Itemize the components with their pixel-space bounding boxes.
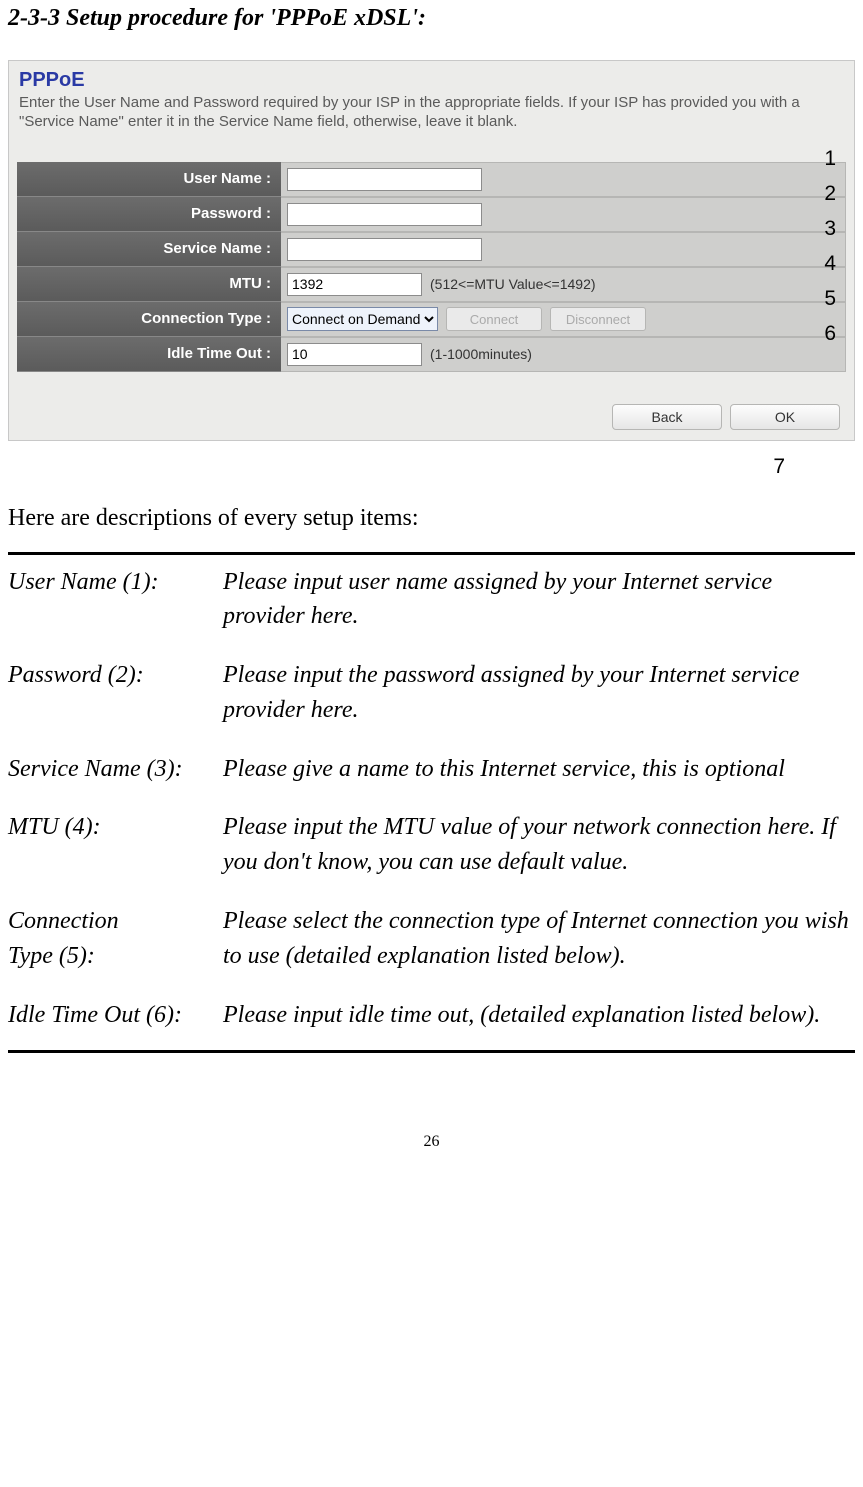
connect-button[interactable]: Connect: [446, 307, 542, 331]
ok-button[interactable]: OK: [730, 404, 840, 430]
annot-4: 4: [824, 252, 836, 276]
desc-text-3: Please give a name to this Internet serv…: [223, 752, 855, 787]
row-service-name: Service Name : 3: [17, 232, 846, 267]
desc-row-6: Idle Time Out (6): Please input idle tim…: [8, 998, 855, 1033]
desc-row-4: MTU (4): Please input the MTU value of y…: [8, 810, 855, 880]
desc-text-1: Please input user name assigned by your …: [223, 565, 855, 635]
connection-type-select[interactable]: Connect on Demand: [287, 307, 438, 331]
cell-service-name: [281, 232, 846, 267]
label-password: Password :: [17, 197, 281, 232]
desc-label-4: MTU (4):: [8, 810, 223, 880]
idle-timeout-input[interactable]: [287, 343, 422, 366]
row-username: User Name : 1: [17, 162, 846, 197]
desc-label-5: Connection Type (5):: [8, 904, 223, 974]
annot-7: 7: [8, 455, 855, 479]
desc-text-4: Please input the MTU value of your netwo…: [223, 810, 855, 880]
desc-label-2: Password (2):: [8, 658, 223, 728]
annot-6: 6: [824, 322, 836, 346]
label-idle-timeout: Idle Time Out :: [17, 337, 281, 372]
cell-username: [281, 162, 846, 197]
mtu-input[interactable]: [287, 273, 422, 296]
desc-label-3: Service Name (3):: [8, 752, 223, 787]
divider-top: [8, 552, 855, 555]
description-table: User Name (1): Please input user name as…: [8, 565, 855, 1033]
desc-row-5: Connection Type (5): Please select the c…: [8, 904, 855, 974]
panel-description: Enter the User Name and Password require…: [17, 94, 846, 132]
annot-5: 5: [824, 287, 836, 311]
password-input[interactable]: [287, 203, 482, 226]
page-number: 26: [8, 1133, 855, 1151]
label-mtu: MTU :: [17, 267, 281, 302]
cell-mtu: (512<=MTU Value<=1492): [281, 267, 846, 302]
panel-title: PPPoE: [17, 69, 846, 92]
desc-row-1: User Name (1): Please input user name as…: [8, 565, 855, 635]
row-idle-timeout: Idle Time Out : (1-1000minutes) 6: [17, 337, 846, 372]
desc-label-1: User Name (1):: [8, 565, 223, 635]
idle-timeout-hint: (1-1000minutes): [430, 346, 532, 362]
row-password: Password : 2: [17, 197, 846, 232]
service-name-input[interactable]: [287, 238, 482, 261]
cell-idle-timeout: (1-1000minutes): [281, 337, 846, 372]
annot-2: 2: [824, 182, 836, 206]
label-username: User Name :: [17, 162, 281, 197]
desc-row-3: Service Name (3): Please give a name to …: [8, 752, 855, 787]
desc-text-6: Please input idle time out, (detailed ex…: [223, 998, 855, 1033]
desc-text-2: Please input the password assigned by yo…: [223, 658, 855, 728]
cell-password: [281, 197, 846, 232]
row-connection-type: Connection Type : Connect on Demand Conn…: [17, 302, 846, 337]
back-button[interactable]: Back: [612, 404, 722, 430]
label-connection-type: Connection Type :: [17, 302, 281, 337]
annot-1: 1: [824, 147, 836, 171]
divider-bottom: [8, 1050, 855, 1053]
form-area: User Name : 1 Password : 2 Service Name …: [17, 162, 846, 372]
desc-label-6: Idle Time Out (6):: [8, 998, 223, 1033]
disconnect-button[interactable]: Disconnect: [550, 307, 646, 331]
cell-connection-type: Connect on Demand Connect Disconnect: [281, 302, 846, 337]
desc-row-2: Password (2): Please input the password …: [8, 658, 855, 728]
intro-text: Here are descriptions of every setup ite…: [8, 505, 855, 532]
pppoe-panel: PPPoE Enter the User Name and Password r…: [8, 60, 855, 441]
desc-text-5: Please select the connection type of Int…: [223, 904, 855, 974]
row-mtu: MTU : (512<=MTU Value<=1492) 4: [17, 267, 846, 302]
bottom-buttons: Back OK: [17, 402, 846, 432]
annot-3: 3: [824, 217, 836, 241]
mtu-hint: (512<=MTU Value<=1492): [430, 276, 596, 292]
label-service-name: Service Name :: [17, 232, 281, 267]
username-input[interactable]: [287, 168, 482, 191]
section-title: 2-3-3 Setup procedure for 'PPPoE xDSL':: [8, 5, 855, 32]
